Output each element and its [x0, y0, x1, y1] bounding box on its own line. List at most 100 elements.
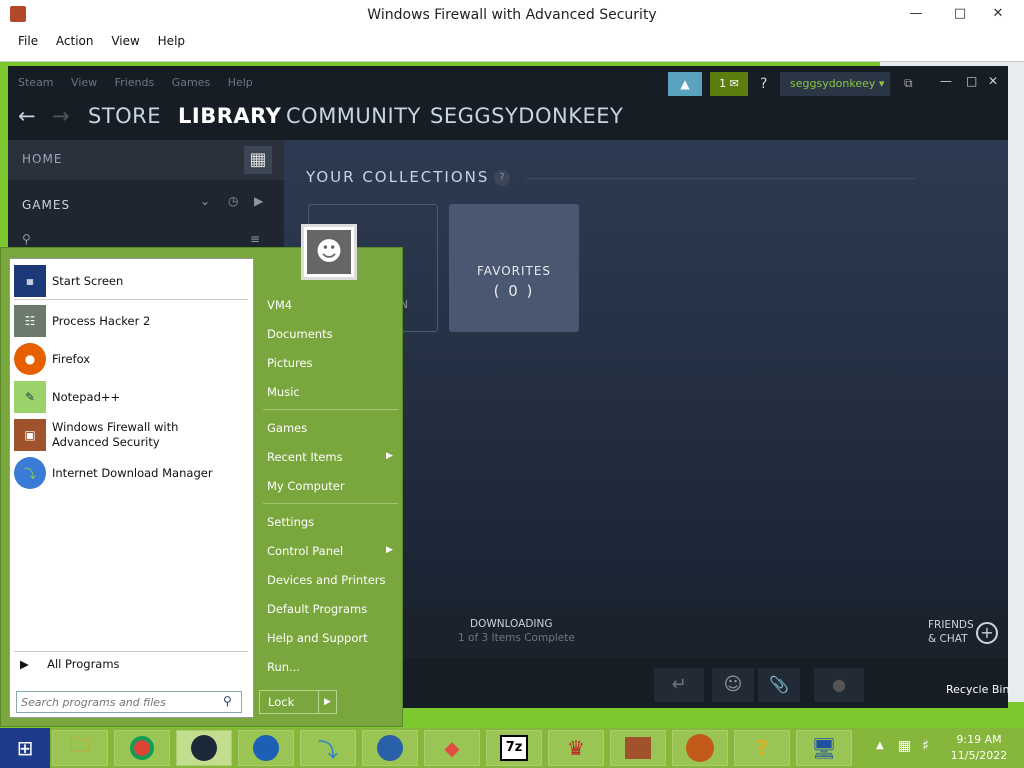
notifications-badge[interactable]: 1 ✉	[710, 72, 748, 96]
divider	[14, 651, 248, 652]
divider	[263, 409, 398, 410]
big-picture-icon[interactable]: ⧉	[904, 76, 913, 91]
add-friend-icon[interactable]: +	[976, 622, 998, 644]
user-avatar[interactable]: ☻	[301, 224, 357, 280]
nav-store[interactable]: STORE	[88, 104, 161, 128]
taskbar-chrome[interactable]	[114, 730, 170, 766]
filter-icon[interactable]: ≡	[250, 232, 260, 246]
steam-menu-steam[interactable]: Steam	[18, 76, 54, 89]
lock-options-arrow-icon[interactable]: ▶	[318, 691, 336, 713]
program-firewall[interactable]: ▣ Windows Firewall with Advanced Security	[14, 417, 250, 453]
firefox-icon: ●	[14, 343, 46, 375]
start-devices-printers[interactable]: Devices and Printers	[267, 573, 386, 587]
steam-maximize-button[interactable]: □	[966, 74, 977, 88]
network-icon[interactable]: ▦	[898, 738, 911, 754]
steam-menu-view[interactable]: View	[71, 76, 97, 89]
menu-action[interactable]: Action	[56, 34, 94, 48]
lock-button[interactable]: Lock ▶	[259, 690, 337, 714]
start-button[interactable]: ⊞	[0, 728, 50, 768]
favorites-tile[interactable]: FAVORITES ( 0 )	[449, 204, 579, 332]
taskbar-steam[interactable]	[176, 730, 232, 766]
program-process-hacker[interactable]: ☷ Process Hacker 2	[14, 303, 250, 339]
taskbar-remote[interactable]: 🖥	[796, 730, 852, 766]
start-my-computer[interactable]: My Computer	[267, 479, 345, 493]
chevron-down-icon[interactable]: ⌄	[200, 194, 210, 208]
divider	[14, 299, 248, 300]
emoji-icon[interactable]: ☺	[712, 668, 754, 702]
search-input[interactable]	[21, 694, 217, 710]
firewall-window: Windows Firewall with Advanced Security …	[0, 0, 1024, 62]
start-default-programs[interactable]: Default Programs	[267, 602, 367, 616]
recent-clock-icon[interactable]: ◷	[228, 194, 238, 208]
downloading-label[interactable]: DOWNLOADING	[470, 618, 553, 630]
search-icon[interactable]: ⚲	[22, 232, 31, 246]
search-box[interactable]: ⚲	[16, 691, 242, 713]
nav-community[interactable]: COMMUNITY	[286, 104, 421, 128]
play-icon[interactable]: ▶	[254, 194, 263, 208]
steam-minimize-button[interactable]: —	[940, 74, 952, 88]
menu-file[interactable]: File	[18, 34, 38, 48]
collections-help-icon[interactable]: ?	[494, 170, 510, 186]
steam-menu-help[interactable]: Help	[228, 76, 253, 89]
program-label: Notepad++	[52, 389, 121, 404]
menu-help[interactable]: Help	[158, 34, 185, 48]
show-hidden-icons[interactable]: ▲	[876, 740, 884, 751]
taskbar-app[interactable]	[362, 730, 418, 766]
maximize-button[interactable]: □	[946, 4, 974, 24]
start-games[interactable]: Games	[267, 421, 307, 435]
friends-chat-button[interactable]: FRIENDS & CHAT	[928, 618, 974, 646]
recycle-bin-label[interactable]: Recycle Bin	[946, 683, 1009, 696]
start-pictures[interactable]: Pictures	[267, 356, 313, 370]
game-icon: ♛	[567, 736, 585, 760]
notification-count: 1	[719, 77, 727, 90]
games-label[interactable]: GAMES	[22, 198, 70, 212]
grid-view-icon[interactable]: ▦	[244, 146, 272, 174]
close-button[interactable]: ✕	[984, 4, 1012, 24]
start-recent-items[interactable]: Recent Items	[267, 450, 343, 464]
volume-muted-icon[interactable]: ♯	[922, 738, 929, 754]
start-documents[interactable]: Documents	[267, 327, 333, 341]
start-music[interactable]: Music	[267, 385, 300, 399]
microphone-icon[interactable]: ●	[814, 668, 864, 702]
taskbar-help[interactable]: ?	[734, 730, 790, 766]
start-help-support[interactable]: Help and Support	[267, 631, 368, 645]
taskbar-explorer[interactable]: 🗀	[52, 730, 108, 766]
taskbar-firewall[interactable]	[610, 730, 666, 766]
steam-top-menu: Steam View Friends Games Help	[18, 76, 267, 89]
start-settings[interactable]: Settings	[267, 515, 314, 529]
taskbar-idm[interactable]: ⤵	[300, 730, 356, 766]
nav-library[interactable]: LIBRARY	[178, 104, 281, 128]
forward-arrow-icon[interactable]: →	[52, 104, 70, 128]
start-run[interactable]: Run...	[267, 660, 300, 674]
taskbar-control-panel[interactable]: ◆	[424, 730, 480, 766]
taskbar-globe[interactable]	[238, 730, 294, 766]
taskbar-tf2[interactable]	[672, 730, 728, 766]
home-row[interactable]: HOME ▦	[8, 140, 284, 180]
all-programs-button[interactable]: ▶ All Programs	[20, 657, 120, 671]
enter-icon[interactable]: ↵	[654, 668, 704, 702]
start-vm4[interactable]: VM4	[267, 298, 292, 312]
minimize-button[interactable]: —	[902, 4, 930, 24]
taskbar-7zip[interactable]: 7z	[486, 730, 542, 766]
taskbar-game[interactable]: ♛	[548, 730, 604, 766]
steam-close-button[interactable]: ✕	[988, 74, 998, 88]
program-notepad-plus[interactable]: ✎ Notepad++	[14, 379, 250, 415]
clock[interactable]: 9:19 AM 11/5/2022	[946, 732, 1012, 764]
program-idm[interactable]: ⤵ Internet Download Manager	[14, 455, 250, 491]
steam-menu-friends[interactable]: Friends	[115, 76, 155, 89]
nav-profile[interactable]: SEGGSYDONKEEY	[430, 104, 623, 128]
search-icon[interactable]: ⚲	[223, 694, 232, 708]
steam-menu-games[interactable]: Games	[172, 76, 210, 89]
menu-view[interactable]: View	[111, 34, 139, 48]
announcements-icon[interactable]: ▲	[668, 72, 702, 96]
help-button[interactable]: ?	[760, 76, 767, 92]
program-firefox[interactable]: ● Firefox	[14, 341, 250, 377]
user-dropdown[interactable]: seggsydonkeey ▾	[780, 72, 890, 96]
collections-title: YOUR COLLECTIONS	[306, 168, 490, 186]
attachment-icon[interactable]: 📎	[758, 668, 800, 702]
app-icon	[377, 735, 403, 761]
program-label: Start Screen	[52, 273, 124, 288]
back-arrow-icon[interactable]: ←	[18, 104, 36, 128]
start-control-panel[interactable]: Control Panel	[267, 544, 343, 558]
program-start-screen[interactable]: ▦ Start Screen	[14, 263, 250, 299]
